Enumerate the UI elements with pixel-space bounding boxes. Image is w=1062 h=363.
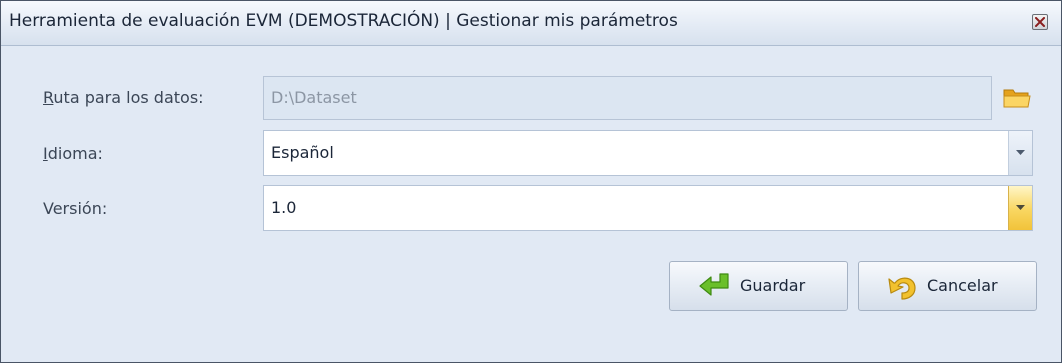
version-label: Versión: xyxy=(43,199,108,218)
save-button-label: Guardar xyxy=(740,276,806,295)
settings-dialog: Herramienta de evaluación EVM (DEMOSTRAC… xyxy=(0,0,1062,363)
language-select[interactable]: Español xyxy=(263,130,1033,176)
language-dropdown-button[interactable] xyxy=(1008,131,1032,175)
data-path-label: Ruta para los datos: xyxy=(43,88,204,107)
cancel-button-label: Cancelar xyxy=(927,276,998,295)
window-title: Herramienta de evaluación EVM (DEMOSTRAC… xyxy=(9,11,678,31)
version-dropdown-button[interactable] xyxy=(1008,186,1032,230)
folder-icon[interactable] xyxy=(1003,87,1031,109)
data-path-input[interactable]: D:\Dataset xyxy=(263,76,992,120)
version-select[interactable]: 1.0 xyxy=(263,185,1033,231)
save-button[interactable]: Guardar xyxy=(669,261,848,311)
language-value: Español xyxy=(271,143,334,162)
title-bar[interactable]: Herramienta de evaluación EVM (DEMOSTRAC… xyxy=(1,1,1061,46)
language-label: Idioma: xyxy=(43,144,103,163)
version-value: 1.0 xyxy=(271,198,297,217)
close-button[interactable] xyxy=(1032,14,1048,30)
dialog-body: Ruta para los datos: D:\Dataset Idioma: … xyxy=(1,46,1061,362)
cancel-button[interactable]: Cancelar xyxy=(858,261,1037,311)
